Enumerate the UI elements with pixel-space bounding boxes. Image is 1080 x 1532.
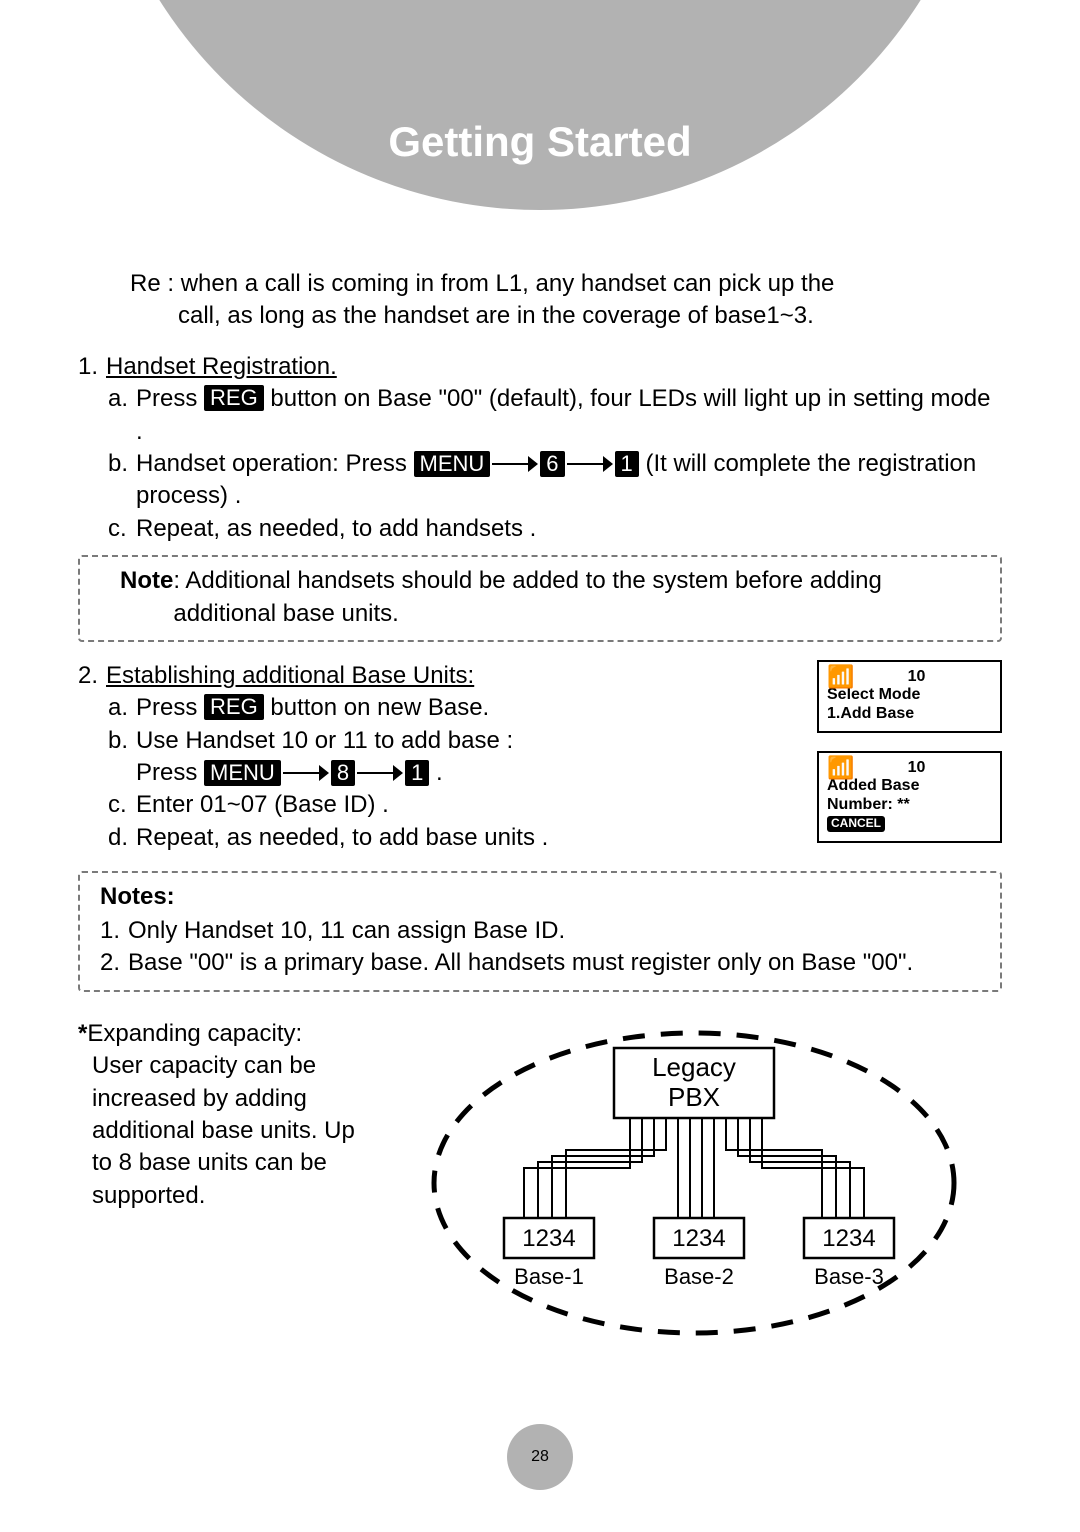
note-box-2: Notes: 1. Only Handset 10, 11 can assign… xyxy=(78,871,1002,992)
note-box-1: Note : Additional handsets should be add… xyxy=(78,555,1002,642)
one-key-icon: 1 xyxy=(615,451,639,477)
reg-key-icon: REG xyxy=(204,694,264,720)
screen2-l2: Number: ** xyxy=(827,796,992,814)
notes2-n1-text: Only Handset 10, 11 can assign Base ID. xyxy=(128,915,565,947)
section-2-row: 2. Establishing additional Base Units: a… xyxy=(78,660,1002,861)
s2a-letter: a. xyxy=(108,692,136,724)
eight-key-icon: 8 xyxy=(331,760,355,786)
s1c-letter: c. xyxy=(108,513,136,545)
screen1-hn: 10 xyxy=(841,668,992,686)
note1-text: : Additional handsets should be added to… xyxy=(173,565,980,630)
expand-text: *Expanding capacity: User capacity can b… xyxy=(78,1018,368,1212)
s2a-pre: Press xyxy=(136,694,197,721)
intro-re-line2: call, as long as the handset are in the … xyxy=(178,300,1002,332)
expand-title: Expanding capacity: xyxy=(87,1020,302,1047)
intro-re-block: Re : when a call is coming in from L1, a… xyxy=(130,268,1002,333)
page-number: 28 xyxy=(507,1424,573,1490)
page-title: Getting Started xyxy=(0,118,1080,166)
section2-title: Establishing additional Base Units: xyxy=(106,660,474,692)
s2c-letter: c. xyxy=(108,789,136,821)
screen2-hn: 10 xyxy=(841,759,992,777)
s2d-letter: d. xyxy=(108,822,136,854)
diagram-ports-3: 1234 xyxy=(822,1225,875,1252)
s1c-text: Repeat, as needed, to add handsets . xyxy=(136,513,1002,545)
notes2-heading: Notes: xyxy=(100,881,980,913)
s1a-pre: Press xyxy=(136,385,197,412)
s2b-line1: Use Handset 10 or 11 to add base : xyxy=(136,727,513,754)
cancel-key-icon: CANCEL xyxy=(827,816,885,832)
screen1-l2: 1.Add Base xyxy=(827,705,992,723)
arrow-right-icon xyxy=(492,459,538,469)
s1a-post: button on Base "00" (default), four LEDs… xyxy=(136,385,991,444)
antenna-icon: 📶 xyxy=(827,664,854,689)
section1-number: 1. xyxy=(78,351,106,383)
expand-row: *Expanding capacity: User capacity can b… xyxy=(78,1018,1002,1348)
s2c-text: Enter 01~07 (Base ID) . xyxy=(136,789,799,821)
diagram-pbx-l2: PBX xyxy=(668,1082,720,1112)
diagram-base3: Base-3 xyxy=(814,1264,884,1289)
screen-added-base: 📶 10 Added Base Number: ** CANCEL xyxy=(817,751,1002,843)
page: Getting Started Re : when a call is comi… xyxy=(0,0,1080,1532)
handset-screens: 📶 10 Select Mode 1.Add Base 📶 10 Added B… xyxy=(817,660,1002,861)
section-1: 1. Handset Registration. a. Press REG bu… xyxy=(78,351,1002,545)
one-key-icon: 1 xyxy=(405,760,429,786)
arrow-right-icon xyxy=(357,768,403,778)
diagram-ports-1: 1234 xyxy=(522,1225,575,1252)
reg-key-icon: REG xyxy=(204,385,264,411)
s1a-body: Press REG button on Base "00" (default),… xyxy=(136,383,1002,448)
menu-key-icon: MENU xyxy=(204,760,281,786)
diagram-pbx-l1: Legacy xyxy=(652,1052,736,1082)
note1-label: Note xyxy=(120,565,173,630)
notes2-n2-text: Base "00" is a primary base. All handset… xyxy=(128,947,980,979)
page-footer: 28 xyxy=(0,1424,1080,1490)
diagram-base1: Base-1 xyxy=(514,1264,584,1289)
s2d-text: Repeat, as needed, to add base units . xyxy=(136,822,799,854)
s1a-letter: a. xyxy=(108,383,136,448)
notes2-n1-num: 1. xyxy=(100,915,128,947)
content-area: Re : when a call is coming in from L1, a… xyxy=(78,268,1002,1348)
header-circle-decoration xyxy=(90,0,990,210)
s2b-letter: b. xyxy=(108,725,136,790)
six-key-icon: 6 xyxy=(540,451,564,477)
notes2-n2-num: 2. xyxy=(100,947,128,979)
arrow-right-icon xyxy=(283,768,329,778)
diagram-base2: Base-2 xyxy=(664,1264,734,1289)
expand-star: * xyxy=(78,1020,87,1047)
expand-body: User capacity can be increased by adding… xyxy=(92,1050,368,1212)
s2b-pre2: Press xyxy=(136,759,197,786)
section1-title: Handset Registration. xyxy=(106,351,337,383)
intro-re-label: Re : xyxy=(130,268,181,300)
section2-number: 2. xyxy=(78,660,106,692)
s2b-post2: . xyxy=(436,759,443,786)
arrow-right-icon xyxy=(567,459,613,469)
intro-re-line1: when a call is coming in from L1, any ha… xyxy=(181,268,835,300)
menu-key-icon: MENU xyxy=(414,451,491,477)
s1b-body: Handset operation: Press MENU 6 1 (It wi… xyxy=(136,448,1002,513)
screen-select-mode: 📶 10 Select Mode 1.Add Base xyxy=(817,660,1002,733)
s1b-pre: Handset operation: Press xyxy=(136,450,414,477)
diagram-ports-2: 1234 xyxy=(672,1225,725,1252)
s2a-post: button on new Base. xyxy=(270,694,489,721)
s1b-letter: b. xyxy=(108,448,136,513)
pbx-diagram: Legacy PBX xyxy=(386,1018,1002,1348)
antenna-icon: 📶 xyxy=(827,755,854,780)
